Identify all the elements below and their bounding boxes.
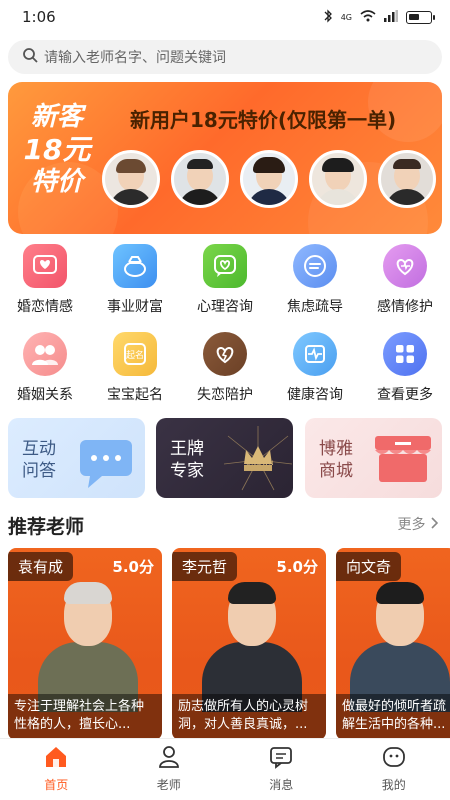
couple-icon: [23, 332, 67, 376]
teacher-card[interactable]: 向文奇 做最好的倾听者疏解生活中的各种...: [336, 548, 450, 740]
tab-home[interactable]: 首页: [0, 739, 113, 800]
more-link[interactable]: 更多: [398, 514, 439, 534]
teacher-name: 袁有成: [8, 552, 74, 581]
teacher-photo: [350, 580, 450, 712]
banner-title: 新用户18元特价(仅限第一单): [130, 108, 397, 132]
heart-message-icon: [23, 244, 67, 288]
category-marriage-love[interactable]: 婚恋情感: [0, 244, 90, 324]
tab-messages[interactable]: 消息: [225, 739, 338, 800]
teacher-score: 5.0分: [112, 558, 154, 576]
category-label: 感情修护: [377, 299, 433, 315]
category-baby-naming[interactable]: 起名 宝宝起名: [90, 332, 180, 412]
heart-repair-icon: [383, 244, 427, 288]
shop-card[interactable]: 博雅 商城: [305, 418, 442, 498]
avatar: [309, 150, 367, 208]
category-label: 事业财富: [107, 299, 163, 315]
card-title: 互动 问答: [22, 439, 56, 482]
category-breakup-support[interactable]: 失恋陪护: [180, 332, 270, 412]
teacher-photo: [202, 580, 302, 712]
category-career-wealth[interactable]: 事业财富: [90, 244, 180, 324]
avatar: [102, 150, 160, 208]
message-icon: [269, 745, 293, 773]
banner-new-label: 新客: [30, 102, 83, 132]
bottom-tab-bar: 首页 老师 消息 我的: [0, 738, 450, 800]
teacher-desc: 励志做所有人的心灵树洞，对人善良真诚，...: [172, 694, 326, 740]
bluetooth-icon: [323, 8, 333, 26]
heart-chat-icon: [203, 244, 247, 288]
category-anxiety[interactable]: 焦虑疏导: [270, 244, 360, 324]
chat-bubble-icon: [80, 440, 132, 488]
category-label: 查看更多: [377, 387, 433, 403]
teacher-name: 向文奇: [336, 552, 402, 581]
category-label: 宝宝起名: [107, 387, 163, 403]
search-icon: [22, 47, 38, 67]
battery-icon: [406, 10, 435, 24]
crown-badge-text: CROWN: [246, 460, 275, 467]
signal-icon: [384, 9, 398, 25]
status-time: 1:06: [22, 8, 56, 26]
network-label: 4G: [340, 12, 352, 22]
banner-price-tag: 新客 18元 特价: [14, 102, 100, 198]
interactive-qa-card[interactable]: 互动 问答: [8, 418, 145, 498]
search-input[interactable]: 请输入老师名字、问题关键词: [44, 47, 226, 67]
card-title: 博雅 商城: [319, 439, 353, 482]
banner-price: 18元: [23, 133, 91, 167]
category-more[interactable]: 查看更多: [360, 332, 450, 412]
tab-label: 消息: [269, 778, 294, 792]
tab-label: 我的: [381, 778, 406, 792]
ace-expert-card[interactable]: 王牌 专家 CROWN: [156, 418, 293, 498]
teacher-desc: 做最好的倾听者疏解生活中的各种...: [336, 694, 450, 740]
profile-icon: [382, 745, 406, 773]
avatar: [171, 150, 229, 208]
tab-profile[interactable]: 我的: [338, 739, 450, 800]
avatar: [240, 150, 298, 208]
teacher-photo: [38, 580, 138, 712]
teacher-card[interactable]: 李元哲 5.0分 励志做所有人的心灵树洞，对人善良真诚，...: [172, 548, 326, 740]
category-label: 婚恋情感: [17, 299, 73, 315]
home-icon: [44, 745, 68, 773]
category-relationship-repair[interactable]: 感情修护: [360, 244, 450, 324]
avatar: [378, 150, 436, 208]
category-label: 失恋陪护: [197, 387, 253, 403]
category-label: 婚姻关系: [17, 387, 73, 403]
search-bar[interactable]: 请输入老师名字、问题关键词: [8, 40, 442, 74]
chevron-right-icon: [430, 517, 439, 533]
teacher-desc: 专注于理解社会上各种性格的人，擅长心...: [8, 694, 162, 740]
category-marriage-relation[interactable]: 婚姻关系: [0, 332, 90, 412]
teacher-card[interactable]: 袁有成 5.0分 专注于理解社会上各种性格的人，擅长心...: [8, 548, 162, 740]
money-bag-icon: [113, 244, 157, 288]
grid-more-icon: [383, 332, 427, 376]
tab-teacher[interactable]: 老师: [113, 739, 226, 800]
status-bar: 1:06 4G: [0, 0, 450, 34]
broken-heart-icon: [203, 332, 247, 376]
card-title: 王牌 专家: [170, 439, 204, 482]
naming-icon: 起名: [113, 332, 157, 376]
section-title: 推荐老师: [8, 516, 85, 538]
category-label: 焦虑疏导: [287, 299, 343, 315]
category-label: 心理咨询: [197, 299, 253, 315]
category-psychology[interactable]: 心理咨询: [180, 244, 270, 324]
chat-lines-icon: [293, 244, 337, 288]
teacher-icon: [157, 745, 181, 773]
wifi-icon: [360, 9, 376, 25]
promo-banner[interactable]: 新客 18元 特价 新用户18元特价(仅限第一单): [8, 82, 442, 234]
banner-teacher-avatars: [102, 150, 436, 208]
status-icons: 4G: [323, 8, 435, 26]
category-label: 健康咨询: [287, 387, 343, 403]
teacher-score: 5.0分: [276, 558, 318, 576]
tab-label: 首页: [44, 778, 69, 792]
banner-special-label: 特价: [30, 166, 83, 197]
category-health[interactable]: 健康咨询: [270, 332, 360, 412]
pulse-icon: [293, 332, 337, 376]
teacher-name: 李元哲: [172, 552, 238, 581]
svg-text:起名: 起名: [126, 349, 144, 361]
store-icon: [375, 436, 431, 482]
crown-icon: [223, 426, 293, 491]
tab-label: 老师: [156, 778, 181, 792]
